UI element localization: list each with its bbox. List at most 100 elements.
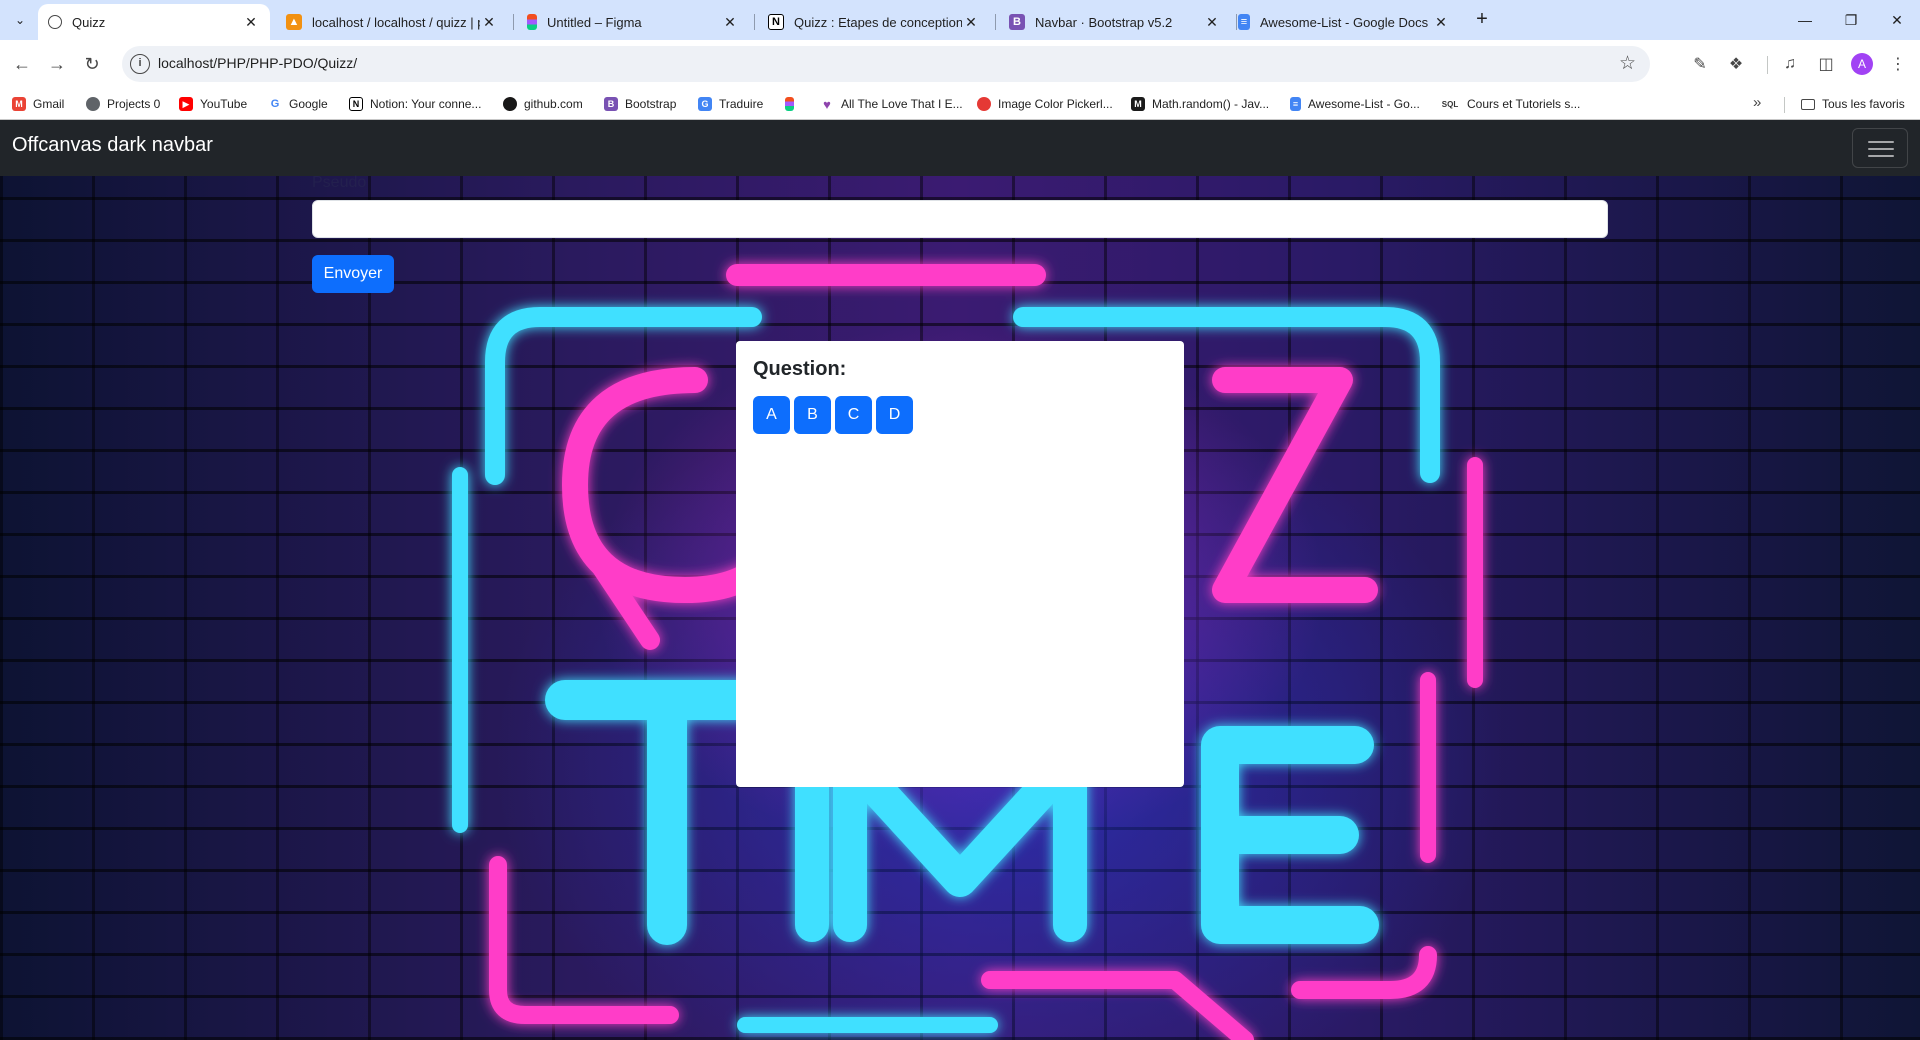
docs-icon: ≡: [1290, 97, 1301, 111]
bookmark-traduire[interactable]: G Traduire: [698, 94, 763, 114]
close-tab-icon[interactable]: ✕: [242, 14, 260, 31]
figma-icon: [527, 14, 537, 30]
bookmark-github[interactable]: github.com: [503, 94, 583, 114]
url-text[interactable]: localhost/PHP/PHP-PDO/Quizz/: [158, 55, 357, 71]
back-button[interactable]: ←: [8, 50, 36, 78]
submit-button[interactable]: Envoyer: [312, 255, 394, 293]
answer-d-button[interactable]: D: [876, 396, 913, 434]
navbar-brand[interactable]: Offcanvas dark navbar: [12, 134, 213, 157]
eyedropper-extension-icon[interactable]: ✎: [1688, 52, 1712, 76]
bookmark-cours-sql[interactable]: SQL Cours et Tutoriels s...: [1440, 94, 1581, 114]
close-tab-icon[interactable]: ✕: [721, 14, 739, 31]
bookmark-youtube[interactable]: ▶ YouTube: [179, 94, 247, 114]
pseudo-label: Pseudo: [312, 174, 367, 191]
tab-notion[interactable]: N Quizz : Etapes de conception ✕: [758, 4, 990, 40]
sql-icon: SQL: [1441, 99, 1459, 109]
bookmark-all-the-love[interactable]: ♥ All The Love That I E...: [820, 94, 963, 114]
bookmark-label: github.com: [524, 97, 583, 111]
menu-kebab-icon[interactable]: ⋮: [1886, 52, 1910, 76]
tab-label: Quizz : Etapes de conception: [794, 14, 962, 30]
tab-bootstrap[interactable]: B Navbar · Bootstrap v5.2 ✕: [999, 4, 1231, 40]
bookmark-google[interactable]: G Google: [268, 94, 328, 114]
extensions-icon[interactable]: ❖: [1724, 52, 1748, 76]
tab-label: localhost / localhost / quizz | ph: [312, 14, 480, 30]
globe-icon: [86, 97, 100, 111]
bookmark-label: Image Color Pickerl...: [998, 97, 1113, 111]
site-info-icon[interactable]: i: [130, 54, 150, 74]
answer-a-button[interactable]: A: [753, 396, 790, 434]
folder-icon: [1801, 98, 1815, 110]
toolbar-divider: [1767, 56, 1768, 74]
tab-divider: [995, 14, 996, 30]
github-icon: [503, 97, 517, 111]
address-bar[interactable]: i localhost/PHP/PHP-PDO/Quizz/ ☆: [122, 46, 1650, 82]
color-picker-icon: [977, 97, 991, 111]
bookmark-projects[interactable]: Projects 0: [86, 94, 160, 114]
bookmark-gmail[interactable]: M Gmail: [12, 94, 64, 114]
close-tab-icon[interactable]: ✕: [1203, 14, 1221, 31]
close-window-button[interactable]: ✕: [1874, 4, 1920, 36]
restore-button[interactable]: ❐: [1828, 4, 1874, 36]
close-tab-icon[interactable]: ✕: [962, 14, 980, 31]
bookmark-math-random[interactable]: M Math.random() - Jav...: [1131, 94, 1269, 114]
neon-letter-z: [1212, 367, 1378, 603]
bookmark-label: YouTube: [200, 97, 248, 111]
new-tab-button[interactable]: +: [1470, 8, 1494, 32]
globe-icon: [48, 15, 62, 29]
tab-google-docs[interactable]: ≡ Awesome-List - Google Docs ✕: [1228, 4, 1460, 40]
hamburger-icon-line: [1868, 148, 1894, 150]
tab-figma[interactable]: Untitled – Figma ✕: [517, 4, 749, 40]
translate-icon: G: [698, 97, 712, 111]
question-label: Question:: [753, 358, 847, 380]
all-bookmarks-folder[interactable]: Tous les favoris: [1801, 94, 1905, 114]
side-panel-icon[interactable]: ◫: [1814, 52, 1838, 76]
bookmark-awesome-list[interactable]: ≡ Awesome-List - Go...: [1290, 94, 1420, 114]
tab-divider: [513, 14, 514, 30]
bookmark-image-color-picker[interactable]: Image Color Pickerl...: [977, 94, 1113, 114]
bookmark-figma[interactable]: [785, 94, 801, 114]
bookmark-label: Traduire: [719, 97, 764, 111]
tab-search-chevron-icon[interactable]: ⌄: [8, 8, 32, 32]
bookmarks-divider: [1784, 97, 1785, 113]
pseudo-input[interactable]: [312, 200, 1608, 238]
tab-quizz[interactable]: Quizz ✕: [38, 4, 270, 40]
tab-phpmyadmin[interactable]: ▲ localhost / localhost / quizz | ph ✕: [276, 4, 508, 40]
tab-label: Navbar · Bootstrap v5.2: [1035, 14, 1173, 30]
all-bookmarks-label: Tous les favoris: [1822, 97, 1905, 111]
gmail-icon: M: [12, 97, 26, 111]
browser-tab-strip: ⌄ Quizz ✕ ▲ localhost / localhost / quiz…: [0, 0, 1920, 40]
google-icon: G: [268, 97, 282, 111]
minimize-button[interactable]: —: [1782, 4, 1828, 36]
bookmark-label: Math.random() - Jav...: [1152, 97, 1270, 111]
close-tab-icon[interactable]: ✕: [480, 14, 498, 31]
bookmark-label: Google: [289, 97, 328, 111]
answer-c-button[interactable]: C: [835, 396, 872, 434]
more-bookmarks-chevron-icon[interactable]: »: [1753, 94, 1761, 111]
mdn-icon: M: [1131, 97, 1145, 111]
navbar-toggler-button[interactable]: [1852, 128, 1908, 168]
answer-b-button[interactable]: B: [794, 396, 831, 434]
tab-divider: [754, 14, 755, 30]
figma-icon: [785, 97, 794, 111]
neon-pink-bottom-frame-left: [489, 856, 679, 1024]
bookmark-label: All The Love That I E...: [841, 97, 963, 111]
bootstrap-icon: B: [1009, 14, 1025, 30]
close-tab-icon[interactable]: ✕: [1432, 14, 1450, 31]
bookmark-bootstrap[interactable]: B Bootstrap: [604, 94, 676, 114]
profile-avatar[interactable]: A: [1851, 53, 1873, 75]
bookmark-label: Bootstrap: [625, 97, 677, 111]
hamburger-icon-line: [1868, 141, 1894, 143]
bookmark-star-icon[interactable]: ☆: [1619, 52, 1636, 75]
notion-icon: N: [349, 97, 363, 111]
tab-label: Untitled – Figma: [547, 14, 642, 30]
bookmark-label: Gmail: [33, 97, 65, 111]
reload-button[interactable]: ↻: [78, 50, 106, 78]
bookmark-label: Awesome-List - Go...: [1308, 97, 1420, 111]
forward-button[interactable]: →: [43, 50, 71, 78]
bookmark-notion[interactable]: N Notion: Your conne...: [349, 94, 481, 114]
youtube-icon: ▶: [179, 97, 193, 111]
media-control-icon[interactable]: ♫: [1778, 52, 1802, 76]
bookmark-label: Cours et Tutoriels s...: [1467, 97, 1581, 111]
bootstrap-icon: B: [604, 97, 618, 111]
bookmarks-bar: M Gmail Projects 0 ▶ YouTube G Google N …: [0, 88, 1920, 120]
